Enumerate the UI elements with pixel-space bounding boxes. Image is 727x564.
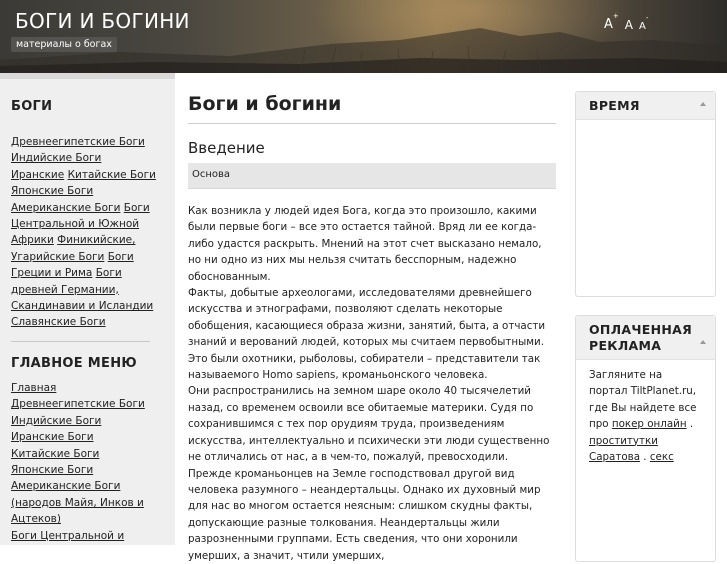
font-smaller-button[interactable]: A- (639, 14, 648, 33)
gods-link-iran[interactable]: Иранские (11, 169, 64, 181)
time-widget: ВРЕМЯ (575, 91, 716, 297)
gods-link-slavic[interactable]: Славянские Боги (11, 316, 106, 328)
left-sidebar: БОГИ Древнеегипетские Боги Индийские Бог… (0, 79, 175, 545)
menu-item-america[interactable]: Американские Боги (народов Майя, Инков и… (11, 478, 161, 527)
ads-widget: ОПЛАЧЕННАЯ РЕКЛАМА Загляните на портал T… (575, 315, 716, 562)
main-menu: Главная Древнеегипетские Боги Индийские … (11, 380, 161, 544)
font-larger-button[interactable]: A+ (604, 12, 619, 33)
font-normal-label: A (624, 18, 633, 33)
menu-item-africa[interactable]: Боги Центральной и (11, 528, 161, 544)
gods-link-america[interactable]: Американские Боги (11, 202, 120, 214)
article-paragraph: Прежде кроманьонцев на Земле господствов… (188, 467, 541, 562)
ads-separator: . (640, 451, 650, 464)
font-smaller-minus: - (645, 14, 649, 22)
ads-separator: . (686, 418, 694, 431)
menu-item-iran[interactable]: Иранские Боги (11, 429, 161, 445)
gods-link-japan[interactable]: Японские Боги (11, 185, 93, 197)
gods-link-india[interactable]: Индийские Боги (11, 152, 101, 164)
time-widget-header[interactable]: ВРЕМЯ (576, 92, 715, 120)
gods-widget-title: БОГИ (11, 99, 53, 114)
sidebar-divider (11, 341, 150, 342)
site-header: БОГИ И БОГИНИ материалы о богах A+ A A- (0, 0, 727, 73)
font-normal-button[interactable]: A (625, 18, 633, 32)
collapse-caret-icon[interactable] (700, 340, 706, 344)
ads-widget-title: ОПЛАЧЕННАЯ РЕКЛАМА (589, 322, 693, 353)
ads-link-sex[interactable]: секс (650, 451, 674, 463)
font-larger-plus: + (612, 12, 619, 20)
tab-basis[interactable]: Основа (192, 169, 230, 180)
font-smaller-label: A (639, 21, 646, 33)
menu-item-india[interactable]: Индийские Боги (11, 413, 161, 429)
gods-link-china[interactable]: Китайские Боги (68, 169, 156, 181)
title-divider (188, 123, 556, 124)
site-subtitle: материалы о богах (11, 37, 117, 52)
content-top-spacer (175, 73, 727, 89)
article-paragraph: Как возникла у людей идея Бога, когда эт… (188, 205, 542, 283)
section-title: Введение (188, 139, 265, 157)
article-body: Как возникла у людей идея Бога, когда эт… (188, 203, 556, 564)
page-title: Боги и богини (188, 93, 342, 115)
menu-item-home[interactable]: Главная (11, 380, 161, 396)
time-widget-title: ВРЕМЯ (589, 98, 640, 113)
collapse-caret-icon[interactable] (700, 102, 706, 106)
main-menu-title: ГЛАВНОЕ МЕНЮ (11, 356, 137, 371)
menu-item-japan[interactable]: Японские Боги (11, 462, 161, 478)
article-paragraph: Факты, добытые археологами, исследовател… (188, 287, 546, 382)
site-title[interactable]: БОГИ И БОГИНИ (15, 9, 190, 33)
ads-widget-header[interactable]: ОПЛАЧЕННАЯ РЕКЛАМА (576, 316, 715, 360)
tab-bar: Основа (188, 163, 556, 189)
article-paragraph: Они распространились на земном шаре окол… (188, 385, 550, 464)
ads-widget-body: Загляните на портал TiltPlanet.ru, где В… (576, 360, 715, 472)
gods-link-egypt[interactable]: Древнеегипетские Боги (11, 136, 145, 148)
gods-links: Древнеегипетские Боги Индийские Боги Ира… (11, 134, 156, 331)
font-size-controls: A+ A A- (604, 12, 648, 33)
menu-item-egypt[interactable]: Древнеегипетские Боги (11, 396, 161, 412)
font-larger-label: A (604, 17, 613, 33)
menu-item-china[interactable]: Китайские Боги (11, 446, 161, 462)
ads-link-poker[interactable]: покер онлайн (612, 418, 687, 430)
